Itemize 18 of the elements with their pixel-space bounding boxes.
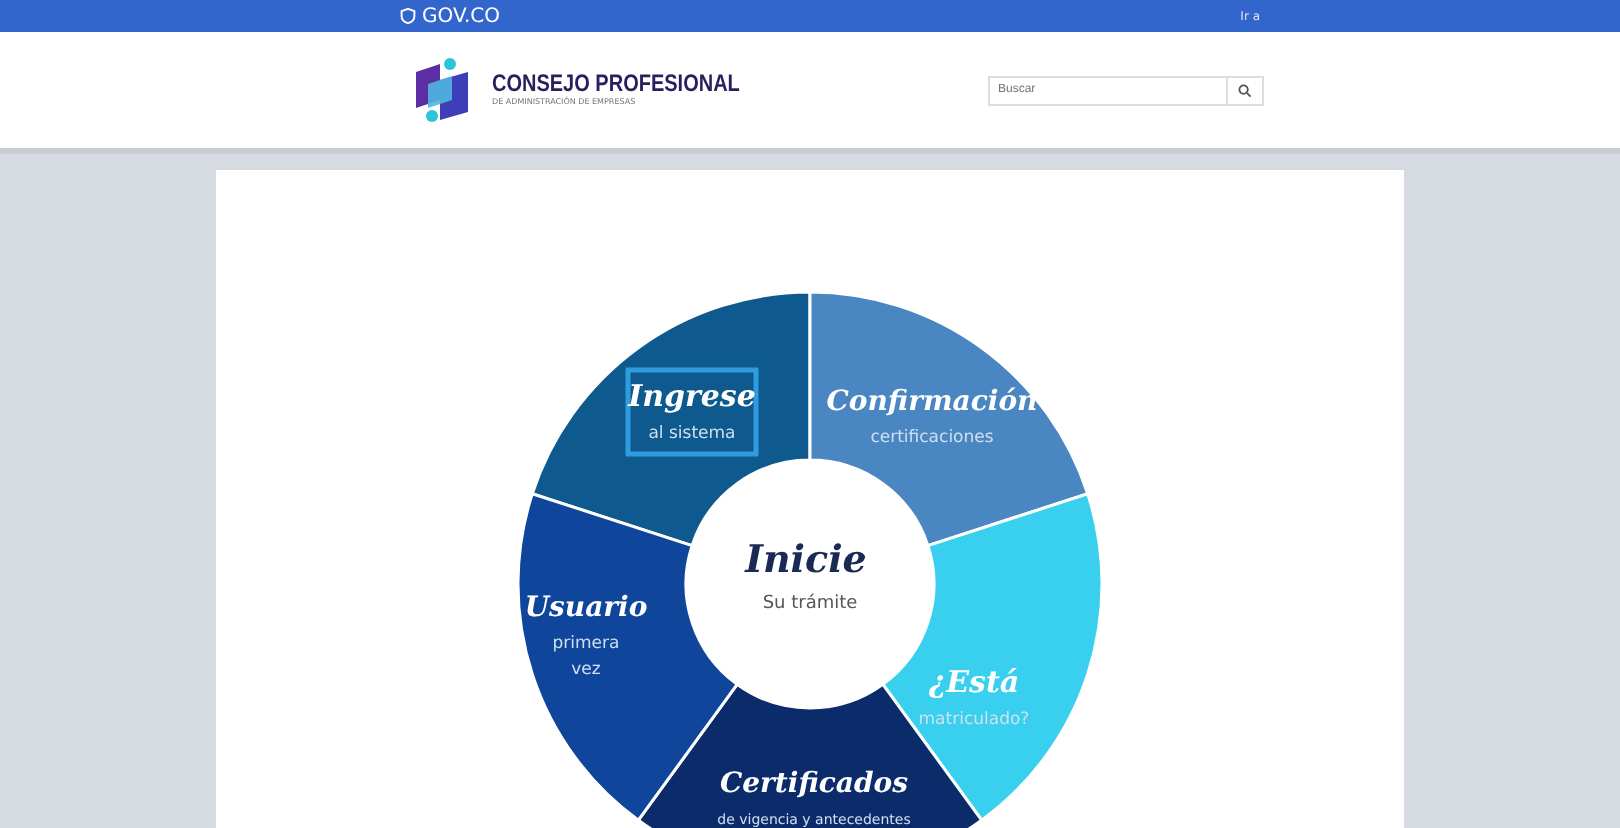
shield-icon xyxy=(400,8,416,24)
logo-title: CONSEJO PROFESIONAL xyxy=(492,71,740,99)
search-icon xyxy=(1238,83,1252,97)
center-title: Inicie xyxy=(745,538,867,582)
segment-title: Usuario xyxy=(524,592,648,624)
segment-subtitle: certificaciones xyxy=(870,428,994,448)
segment-title: Confirmación xyxy=(826,386,1038,418)
segment-subtitle: al sistema xyxy=(648,424,736,444)
center-subtitle: Su trámite xyxy=(762,594,858,614)
segment-subtitle: matriculado? xyxy=(918,710,1030,730)
search-button[interactable] xyxy=(1228,75,1264,105)
govco-logo[interactable]: GOV.CO xyxy=(400,5,501,27)
highlight-frame xyxy=(625,367,759,457)
segment-title: Certificados xyxy=(720,768,908,800)
segment-title: Ingrese xyxy=(628,378,756,414)
segment-subtitle: vez xyxy=(571,660,601,680)
segment-title: ¿Está xyxy=(928,664,1020,700)
segment-subtitle: primera xyxy=(552,634,620,654)
